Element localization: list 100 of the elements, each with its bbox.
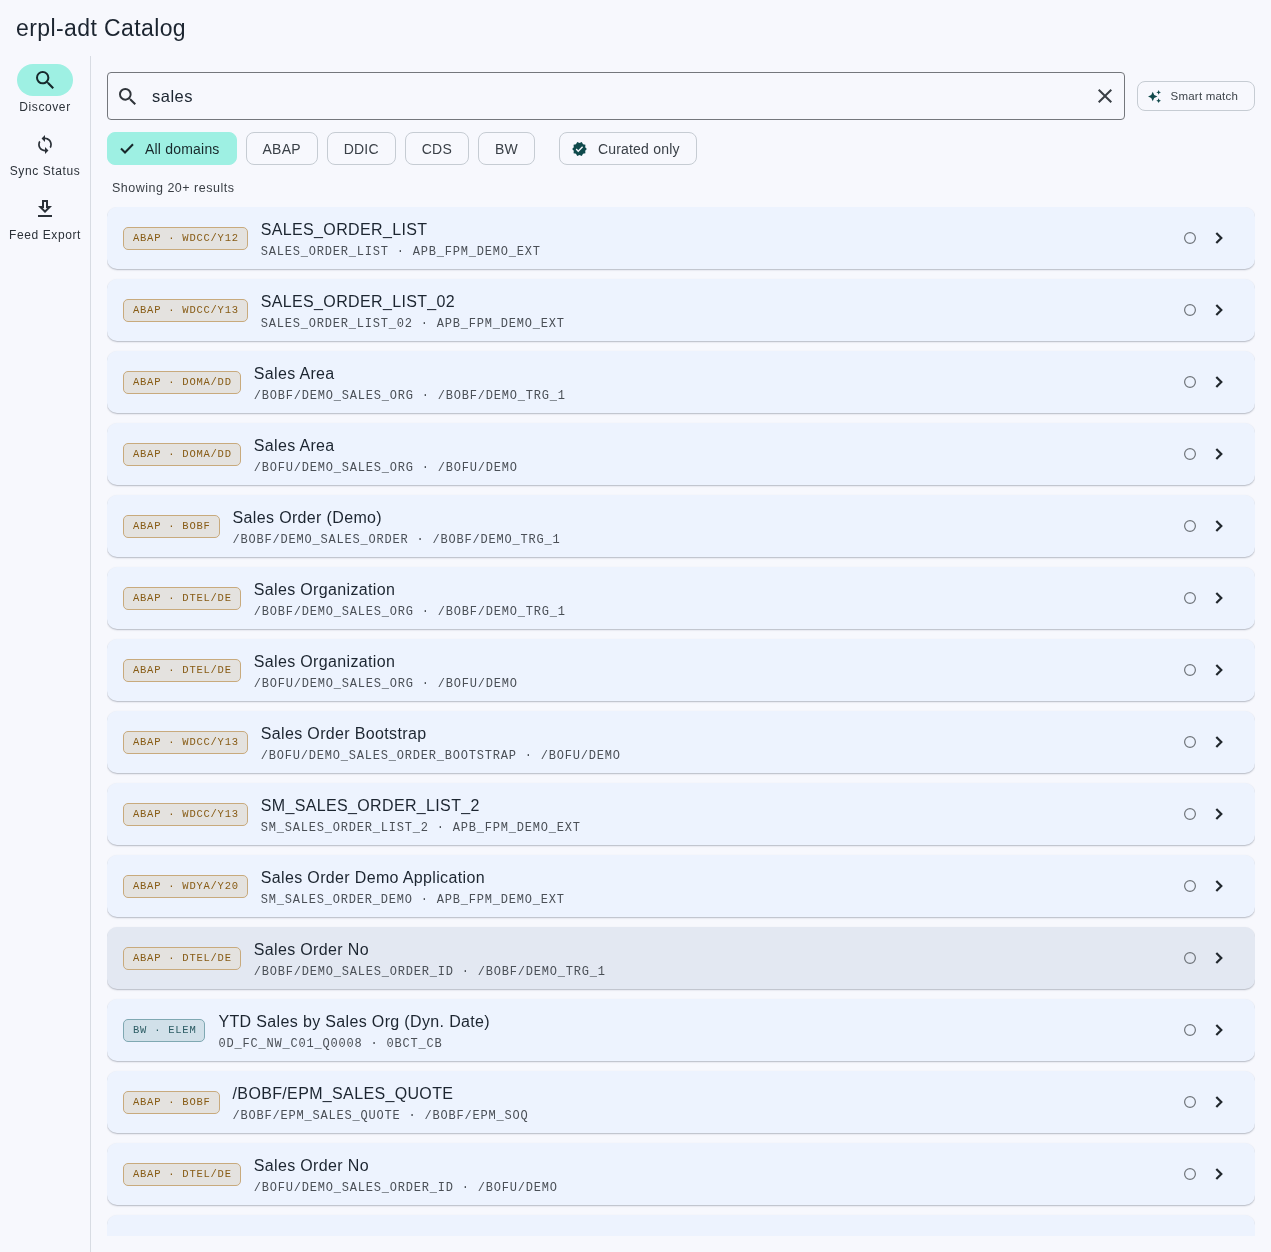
result-title: Sales Order Bootstrap bbox=[260, 724, 428, 744]
result-path: SALES_ORDER_LIST · APB_FPM_DEMO_EXT bbox=[260, 244, 542, 260]
result-path: SM_SALES_ORDER_DEMO · APB_FPM_DEMO_EXT bbox=[260, 892, 566, 908]
result-path: /BOFU/DEMO_SALES_ORG · /BOFU/DEMO bbox=[253, 676, 519, 692]
result-title: Sales Order No bbox=[253, 940, 370, 960]
result-card[interactable]: ABAP · WDCC/Y12 SALES_ORDER_LIST SALES_ORDER_LIST · APB_FPM_DEMO_EXT bbox=[107, 207, 1255, 269]
clear-button[interactable] bbox=[1097, 89, 1112, 103]
filter-chip[interactable]: ABAP bbox=[245, 132, 318, 165]
search-field[interactable]: sales bbox=[107, 72, 1125, 120]
type-badge: ABAP · DTEL/DE bbox=[123, 586, 241, 610]
app-title: erpl-adt Catalog bbox=[16, 14, 187, 42]
result-card[interactable]: ABAP · WDCC/Y13 SM_SALES_ORDER_LIST_2 SM_SALES_ORDER_LIST_2 · APB_FPM_DEMO_EXT bbox=[107, 783, 1255, 845]
circle-icon bbox=[1184, 1096, 1196, 1108]
type-badge: ABAP · DTEL/DE bbox=[123, 658, 241, 682]
type-badge: ABAP · WDCC/Y13 bbox=[123, 802, 248, 826]
chevron-icon bbox=[1215, 304, 1223, 316]
result-card[interactable]: ABAP · BOBF /BOBF/EPM_SALES_QUOTE /BOBF/EPM_SALES_QUOTE · /BOBF/EPM_SOQ bbox=[107, 1071, 1255, 1133]
result-path: /BOFU/DEMO_SALES_ORG · /BOFU/DEMO bbox=[253, 460, 519, 476]
circle-icon bbox=[1184, 232, 1196, 244]
circle-icon bbox=[1184, 448, 1196, 460]
circle-icon bbox=[1184, 1024, 1196, 1036]
search-icon bbox=[119, 88, 136, 105]
result-path: /BOFU/DEMO_SALES_ORDER_BOOTSTRAP · /BOFU/DEMO bbox=[260, 748, 622, 764]
result-path: /BOBF/DEMO_SALES_ORG · /BOBF/DEMO_TRG_1 bbox=[253, 604, 567, 620]
filter-chip[interactable]: CDS bbox=[404, 132, 469, 165]
result-count: Showing 20+ results bbox=[112, 181, 236, 195]
circle-icon bbox=[1184, 736, 1196, 748]
download-icon bbox=[38, 199, 52, 217]
type-badge: BW · ELEM bbox=[123, 1018, 206, 1042]
result-path: /BOFU/DEMO_SALES_ORDER_ID · /BOFU/DEMO bbox=[253, 1180, 559, 1196]
result-title: /BOBF/EPM_SALES_QUOTE bbox=[232, 1084, 455, 1104]
circle-icon bbox=[1184, 1168, 1196, 1180]
result-path: /BOBF/DEMO_SALES_ORDER_ID · /BOBF/DEMO_TRG_1 bbox=[253, 964, 607, 980]
chevron-icon bbox=[1215, 376, 1223, 388]
result-title: Sales Area bbox=[253, 364, 336, 384]
check-icon bbox=[120, 143, 134, 154]
type-badge: ABAP · DTEL/DE bbox=[123, 946, 241, 970]
type-badge: ABAP · WDYA/Y20 bbox=[123, 874, 248, 898]
circle-icon bbox=[1184, 880, 1196, 892]
type-badge: ABAP · DOMA/DD bbox=[123, 442, 241, 466]
result-title: Sales Organization bbox=[253, 580, 397, 600]
filter-chip[interactable]: All domains bbox=[107, 132, 237, 165]
result-title: Sales Organization bbox=[253, 652, 397, 672]
type-badge: ABAP · DOMA/DD bbox=[123, 370, 241, 394]
result-path: /BOBF/EPM_SALES_QUOTE · /BOBF/EPM_SOQ bbox=[232, 1108, 530, 1124]
result-path: /BOBF/DEMO_SALES_ORDER · /BOBF/DEMO_TRG_1 bbox=[232, 532, 562, 548]
circle-icon bbox=[1184, 304, 1196, 316]
chevron-icon bbox=[1215, 1096, 1223, 1108]
result-card[interactable]: ABAP · BOBF Sales Order (Demo) /BOBF/DEMO_SALES_ORDER · /BOBF/DEMO_TRG_1 bbox=[107, 495, 1255, 557]
verified-icon bbox=[571, 141, 587, 156]
sync-icon bbox=[38, 134, 52, 154]
chevron-icon bbox=[1215, 232, 1223, 244]
curated-toggle[interactable]: Curated only bbox=[558, 132, 697, 165]
result-card[interactable]: ABAP · DTEL/DE Sales Order No /BOBF/DEMO_SALES_ORDER_ID · /BOBF/DEMO_TRG_1 bbox=[107, 927, 1255, 989]
nav-item[interactable]: Sync Status bbox=[9, 128, 81, 178]
result-card[interactable]: ABAP · DTEL/DE Sales Organization /BOBF/DEMO_SALES_ORG · /BOBF/DEMO_TRG_1 bbox=[107, 567, 1255, 629]
chevron-icon bbox=[1215, 520, 1223, 532]
type-badge: ABAP · BOBF bbox=[123, 1090, 220, 1114]
chevron-icon bbox=[1215, 952, 1223, 964]
chevron-icon bbox=[1215, 448, 1223, 460]
close-icon bbox=[1097, 89, 1112, 103]
result-title: SALES_ORDER_LIST bbox=[260, 220, 429, 240]
result-card[interactable]: ABAP · DOMA/DD Sales Area /BOBF/DEMO_SALES_ORG · /BOBF/DEMO_TRG_1 bbox=[107, 351, 1255, 413]
result-card[interactable]: ABAP · DTEL/DE Sales Organization /BOFU/DEMO_SALES_ORG · /BOFU/DEMO bbox=[107, 639, 1255, 701]
result-card[interactable]: BW · ELEM YTD Sales by Sales Org (Dyn. Date) 0D_FC_NW_C01_Q0008 · 0BCT_CB bbox=[107, 999, 1255, 1061]
result-title: Sales Order Demo Application bbox=[260, 868, 486, 888]
type-badge: ABAP · DTEL/DE bbox=[123, 1162, 241, 1186]
circle-icon bbox=[1184, 376, 1196, 388]
result-title: SALES_ORDER_LIST_02 bbox=[260, 292, 457, 312]
chevron-icon bbox=[1215, 808, 1223, 820]
result-title: Sales Area bbox=[253, 436, 336, 456]
circle-icon bbox=[1184, 808, 1196, 820]
type-badge: ABAP · WDCC/Y13 bbox=[123, 298, 248, 322]
chevron-icon bbox=[1215, 664, 1223, 676]
result-path: 0D_FC_NW_C01_Q0008 · 0BCT_CB bbox=[218, 1036, 444, 1052]
type-badge: ABAP · BOBF bbox=[123, 514, 220, 538]
circle-icon bbox=[1184, 520, 1196, 532]
result-title: YTD Sales by Sales Org (Dyn. Date) bbox=[218, 1012, 491, 1032]
result-title: Sales Order (Demo) bbox=[232, 508, 383, 528]
result-card[interactable]: ABAP · WDCC/Y13 Sales Order Bootstrap /BOFU/DEMO_SALES_ORDER_BOOTSTRAP · /BOFU/DEMO bbox=[107, 711, 1255, 773]
result-title: SM_SALES_ORDER_LIST_2 bbox=[260, 796, 481, 816]
filter-chip[interactable]: DDIC bbox=[326, 132, 396, 165]
filter-chip[interactable]: BW bbox=[477, 132, 535, 165]
result-card[interactable]: ABAP · WDYA/Y20 Sales Order Demo Application SM_SALES_ORDER_DEMO · APB_FPM_DEMO_EXT bbox=[107, 855, 1255, 917]
result-path: /BOBF/DEMO_SALES_ORG · /BOBF/DEMO_TRG_1 bbox=[253, 388, 567, 404]
result-card[interactable]: ABAP · DTEL/DE Sales Order No /BOFU/DEMO_SALES_ORDER_ID · /BOFU/DEMO bbox=[107, 1143, 1255, 1205]
chevron-icon bbox=[1215, 1168, 1223, 1180]
circle-icon bbox=[1184, 664, 1196, 676]
circle-icon bbox=[1184, 592, 1196, 604]
type-badge: ABAP · WDCC/Y13 bbox=[123, 730, 248, 754]
result-title: Sales Order No bbox=[253, 1156, 370, 1176]
result-card[interactable]: ABAP · WDCC/Y13 SALES_ORDER_LIST_02 SALES_ORDER_LIST_02 · APB_FPM_DEMO_EXT bbox=[107, 279, 1255, 341]
result-card[interactable]: ABAP · DOMA/DD Sales Area /BOFU/DEMO_SALES_ORG · /BOFU/DEMO bbox=[107, 423, 1255, 485]
sparkle-icon bbox=[1147, 89, 1161, 103]
chevron-icon bbox=[1215, 592, 1223, 604]
nav-item[interactable]: Feed Export bbox=[9, 192, 81, 242]
smart-match-button[interactable]: Smart match bbox=[1136, 81, 1255, 111]
type-badge: ABAP · WDCC/Y12 bbox=[123, 226, 248, 250]
chevron-icon bbox=[1215, 736, 1223, 748]
result-path: SM_SALES_ORDER_LIST_2 · APB_FPM_DEMO_EXT bbox=[260, 820, 582, 836]
